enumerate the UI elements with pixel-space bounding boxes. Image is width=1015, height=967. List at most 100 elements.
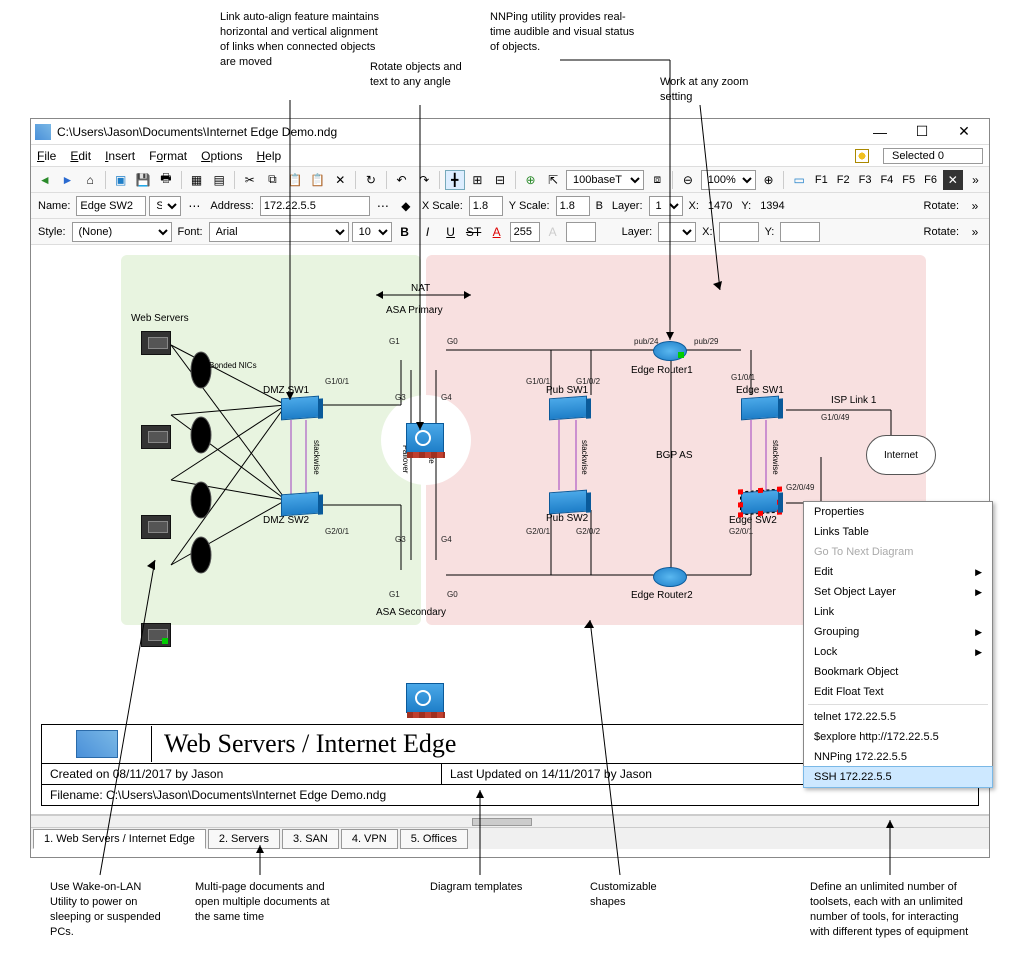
cm-link[interactable]: Link: [804, 602, 992, 622]
menu-insert[interactable]: Insert: [105, 149, 135, 163]
tab-1[interactable]: 1. Web Servers / Internet Edge: [33, 829, 206, 849]
cm-grouping[interactable]: Grouping▶: [804, 622, 992, 642]
edge-router1[interactable]: [653, 341, 687, 361]
undo-button[interactable]: ↶: [392, 170, 412, 190]
f2-button[interactable]: F2: [834, 174, 853, 186]
pub-sw1[interactable]: [549, 396, 587, 421]
linktype-select[interactable]: 100baseT: [566, 170, 644, 190]
bgcolor-button[interactable]: A: [543, 222, 563, 242]
alpha-input[interactable]: [510, 222, 540, 242]
web-server-3[interactable]: [141, 515, 171, 539]
dmz-sw1[interactable]: [281, 396, 319, 421]
cm-lock[interactable]: Lock▶: [804, 642, 992, 662]
overflow3-icon[interactable]: »: [965, 222, 985, 242]
menu-format[interactable]: Format: [149, 149, 187, 163]
menu-help[interactable]: Help: [257, 149, 282, 163]
asa-secondary[interactable]: [406, 683, 444, 713]
font-select[interactable]: Arial: [209, 222, 349, 242]
pub-sw2[interactable]: [549, 490, 587, 515]
fit-button[interactable]: ▭: [789, 170, 809, 190]
address-input[interactable]: [260, 196, 370, 216]
web-server-2[interactable]: [141, 425, 171, 449]
delete-button[interactable]: ✕: [330, 170, 350, 190]
zoom-select[interactable]: 100%: [701, 170, 756, 190]
style-select[interactable]: (None): [72, 222, 172, 242]
grid2-icon[interactable]: ▤: [209, 170, 229, 190]
fx-button[interactable]: ✕: [943, 170, 963, 190]
edge-router2[interactable]: [653, 567, 687, 587]
menu-file[interactable]: File: [37, 149, 56, 163]
tab-2[interactable]: 2. Servers: [208, 829, 280, 849]
cm-nnping[interactable]: NNPing 172.22.5.5: [804, 747, 992, 767]
save-button[interactable]: 💾: [133, 170, 153, 190]
s-select[interactable]: S: [149, 196, 181, 216]
textcolor-button[interactable]: A: [487, 222, 507, 242]
f6-button[interactable]: F6: [921, 174, 940, 186]
web-server-1[interactable]: [141, 331, 171, 355]
addr-dots-icon[interactable]: ⋯: [373, 196, 393, 216]
tab-5[interactable]: 5. Offices: [400, 829, 468, 849]
tab-4[interactable]: 4. VPN: [341, 829, 398, 849]
hscrollbar[interactable]: [31, 815, 989, 827]
underline-button[interactable]: U: [441, 222, 461, 242]
rotate-button[interactable]: ↻: [361, 170, 381, 190]
grid-icon[interactable]: ▦: [187, 170, 207, 190]
cm-edit[interactable]: Edit▶: [804, 562, 992, 582]
diamond-icon[interactable]: ◆: [396, 196, 416, 216]
edge-sw1[interactable]: [741, 396, 779, 421]
layer2-select[interactable]: [658, 222, 696, 242]
forward-button[interactable]: ►: [58, 170, 78, 190]
menu-options[interactable]: Options: [201, 149, 242, 163]
strike-button[interactable]: ST: [464, 222, 484, 242]
cut-button[interactable]: ✂: [240, 170, 260, 190]
f4-button[interactable]: F4: [877, 174, 896, 186]
align2-icon[interactable]: ⊟: [490, 170, 510, 190]
bg-input[interactable]: [566, 222, 596, 242]
cm-explore[interactable]: $explore http://172.22.5.5: [804, 727, 992, 747]
snap-button[interactable]: ╋: [445, 170, 465, 190]
cm-properties[interactable]: Properties: [804, 502, 992, 522]
x2-input[interactable]: [719, 222, 759, 242]
cm-ssh[interactable]: SSH 172.22.5.5: [803, 766, 993, 788]
copy-button[interactable]: ⧉: [263, 170, 283, 190]
xscale-input[interactable]: [469, 196, 503, 216]
cm-links-table[interactable]: Links Table: [804, 522, 992, 542]
minimize-button[interactable]: —: [859, 120, 901, 144]
port-config-icon[interactable]: ⧈: [647, 170, 667, 190]
zoom-in-button[interactable]: ⊕: [759, 170, 779, 190]
fontsize-select[interactable]: 10: [352, 222, 392, 242]
dots-icon[interactable]: ⋯: [184, 196, 204, 216]
paste-special-button[interactable]: 📋: [308, 170, 328, 190]
cm-set-layer[interactable]: Set Object Layer▶: [804, 582, 992, 602]
bold-button[interactable]: B: [395, 222, 415, 242]
maximize-button[interactable]: ☐: [901, 120, 943, 144]
tab-3[interactable]: 3. SAN: [282, 829, 339, 849]
print-button[interactable]: 🖶: [156, 170, 176, 190]
paste-button[interactable]: 📋: [285, 170, 305, 190]
gear-icon[interactable]: [855, 149, 869, 163]
f1-button[interactable]: F1: [812, 174, 831, 186]
open-button[interactable]: ▣: [111, 170, 131, 190]
layer-select[interactable]: 1: [649, 196, 683, 216]
name-input[interactable]: [76, 196, 146, 216]
asa-primary[interactable]: [406, 423, 444, 453]
cm-bookmark[interactable]: Bookmark Object: [804, 662, 992, 682]
zoom-out-button[interactable]: ⊖: [678, 170, 698, 190]
home-button[interactable]: ⌂: [80, 170, 100, 190]
f3-button[interactable]: F3: [856, 174, 875, 186]
y2-input[interactable]: [780, 222, 820, 242]
link-tool-button[interactable]: ⇱: [543, 170, 563, 190]
cm-telnet[interactable]: telnet 172.22.5.5: [804, 707, 992, 727]
overflow2-icon[interactable]: »: [965, 196, 985, 216]
back-button[interactable]: ◄: [35, 170, 55, 190]
f5-button[interactable]: F5: [899, 174, 918, 186]
close-button[interactable]: ✕: [943, 120, 985, 144]
cm-float-text[interactable]: Edit Float Text: [804, 682, 992, 702]
internet-cloud[interactable]: Internet: [866, 435, 936, 475]
earth-icon[interactable]: ⊕: [521, 170, 541, 190]
web-server-4[interactable]: [141, 623, 171, 647]
menu-edit[interactable]: Edit: [70, 149, 91, 163]
overflow-icon[interactable]: »: [966, 170, 986, 190]
dmz-sw2[interactable]: [281, 492, 319, 517]
yscale-input[interactable]: [556, 196, 590, 216]
